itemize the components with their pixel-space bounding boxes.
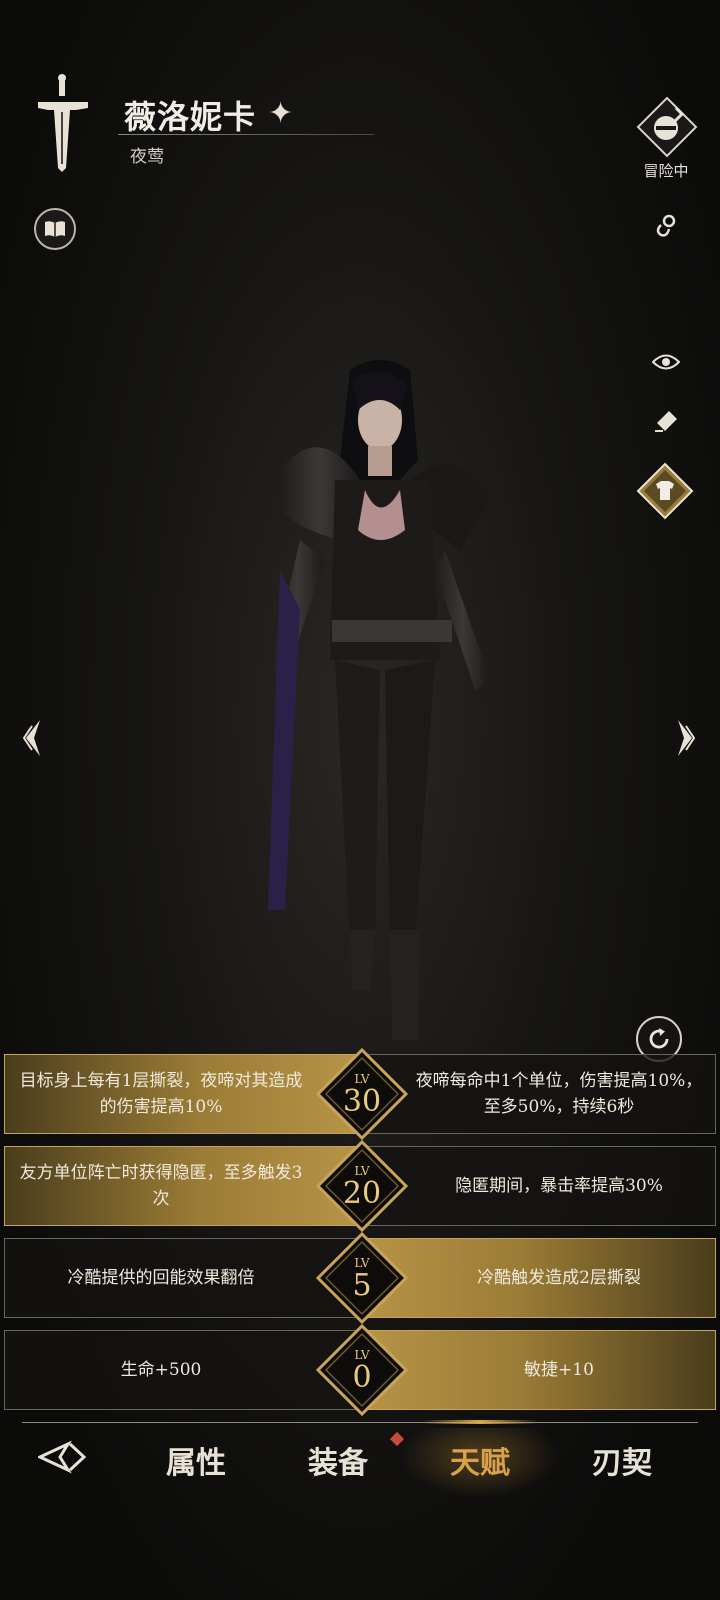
nav-divider xyxy=(22,1422,698,1423)
adventure-status-label: 冒险中 xyxy=(643,162,689,180)
next-character-button[interactable] xyxy=(670,718,700,758)
tab-attributes[interactable]: 属性 xyxy=(166,1438,226,1482)
talent-option-left[interactable]: 生命+500 xyxy=(4,1330,360,1410)
talent-row-lv30: 目标身上每有1层撕裂，夜啼对其造成的伤害提高10% 夜啼每命中1个单位，伤害提高… xyxy=(4,1048,716,1140)
eye-icon xyxy=(652,354,680,370)
level-value: 5 xyxy=(352,1268,372,1303)
character-model[interactable] xyxy=(240,350,520,1050)
level-value: 20 xyxy=(342,1176,382,1211)
title-divider xyxy=(118,134,374,135)
tab-blade-pact[interactable]: 刃契 xyxy=(592,1438,652,1482)
toggle-view-button[interactable] xyxy=(650,346,682,378)
outfit-button[interactable] xyxy=(636,462,694,520)
level-value: 30 xyxy=(342,1084,382,1119)
book-icon xyxy=(45,221,65,237)
nav-active-indicator xyxy=(422,1420,538,1424)
talent-option-left[interactable]: 冷酷提供的回能效果翻倍 xyxy=(4,1238,360,1318)
talent-row-lv20: 友方单位阵亡时获得隐匿，至多触发3次 隐匿期间，暴击率提高30% LV 20 xyxy=(4,1140,716,1232)
tab-equipment[interactable]: 装备 xyxy=(308,1438,368,1482)
rank-star-icon: ✦ xyxy=(268,96,294,131)
link-icon xyxy=(656,214,676,237)
character-name: 薇洛妮卡 xyxy=(124,98,257,136)
talent-option-right[interactable]: 冷酷触发造成2层撕裂 xyxy=(360,1238,716,1318)
talent-option-right[interactable]: 敏捷+10 xyxy=(360,1330,716,1410)
back-button[interactable] xyxy=(38,1440,90,1474)
talent-option-right[interactable]: 夜啼每命中1个单位，伤害提高10%，至多50%，持续6秒 xyxy=(360,1054,716,1134)
talent-option-left[interactable]: 目标身上每有1层撕裂，夜啼对其造成的伤害提高10% xyxy=(4,1054,360,1134)
level-value: 0 xyxy=(352,1360,372,1395)
character-title: 夜莺 xyxy=(130,147,164,167)
eraser-icon xyxy=(655,411,677,432)
talent-row-lv0: 生命+500 敏捷+10 LV 0 xyxy=(4,1324,716,1416)
talent-option-left[interactable]: 友方单位阵亡时获得隐匿，至多触发3次 xyxy=(4,1146,360,1226)
lore-book-button[interactable] xyxy=(34,208,76,250)
talent-option-right[interactable]: 隐匿期间，暴击率提高30% xyxy=(360,1146,716,1226)
link-button[interactable] xyxy=(650,210,682,242)
refresh-icon xyxy=(649,1028,669,1049)
sword-emblem-icon xyxy=(38,74,88,172)
reset-button[interactable] xyxy=(650,404,682,436)
prev-character-button[interactable] xyxy=(18,718,48,758)
adventure-status-badge[interactable] xyxy=(636,96,698,158)
talent-row-lv5: 冷酷提供的回能效果翻倍 冷酷触发造成2层撕裂 LV 5 xyxy=(4,1232,716,1324)
tab-talent[interactable]: 天赋 xyxy=(450,1438,510,1482)
